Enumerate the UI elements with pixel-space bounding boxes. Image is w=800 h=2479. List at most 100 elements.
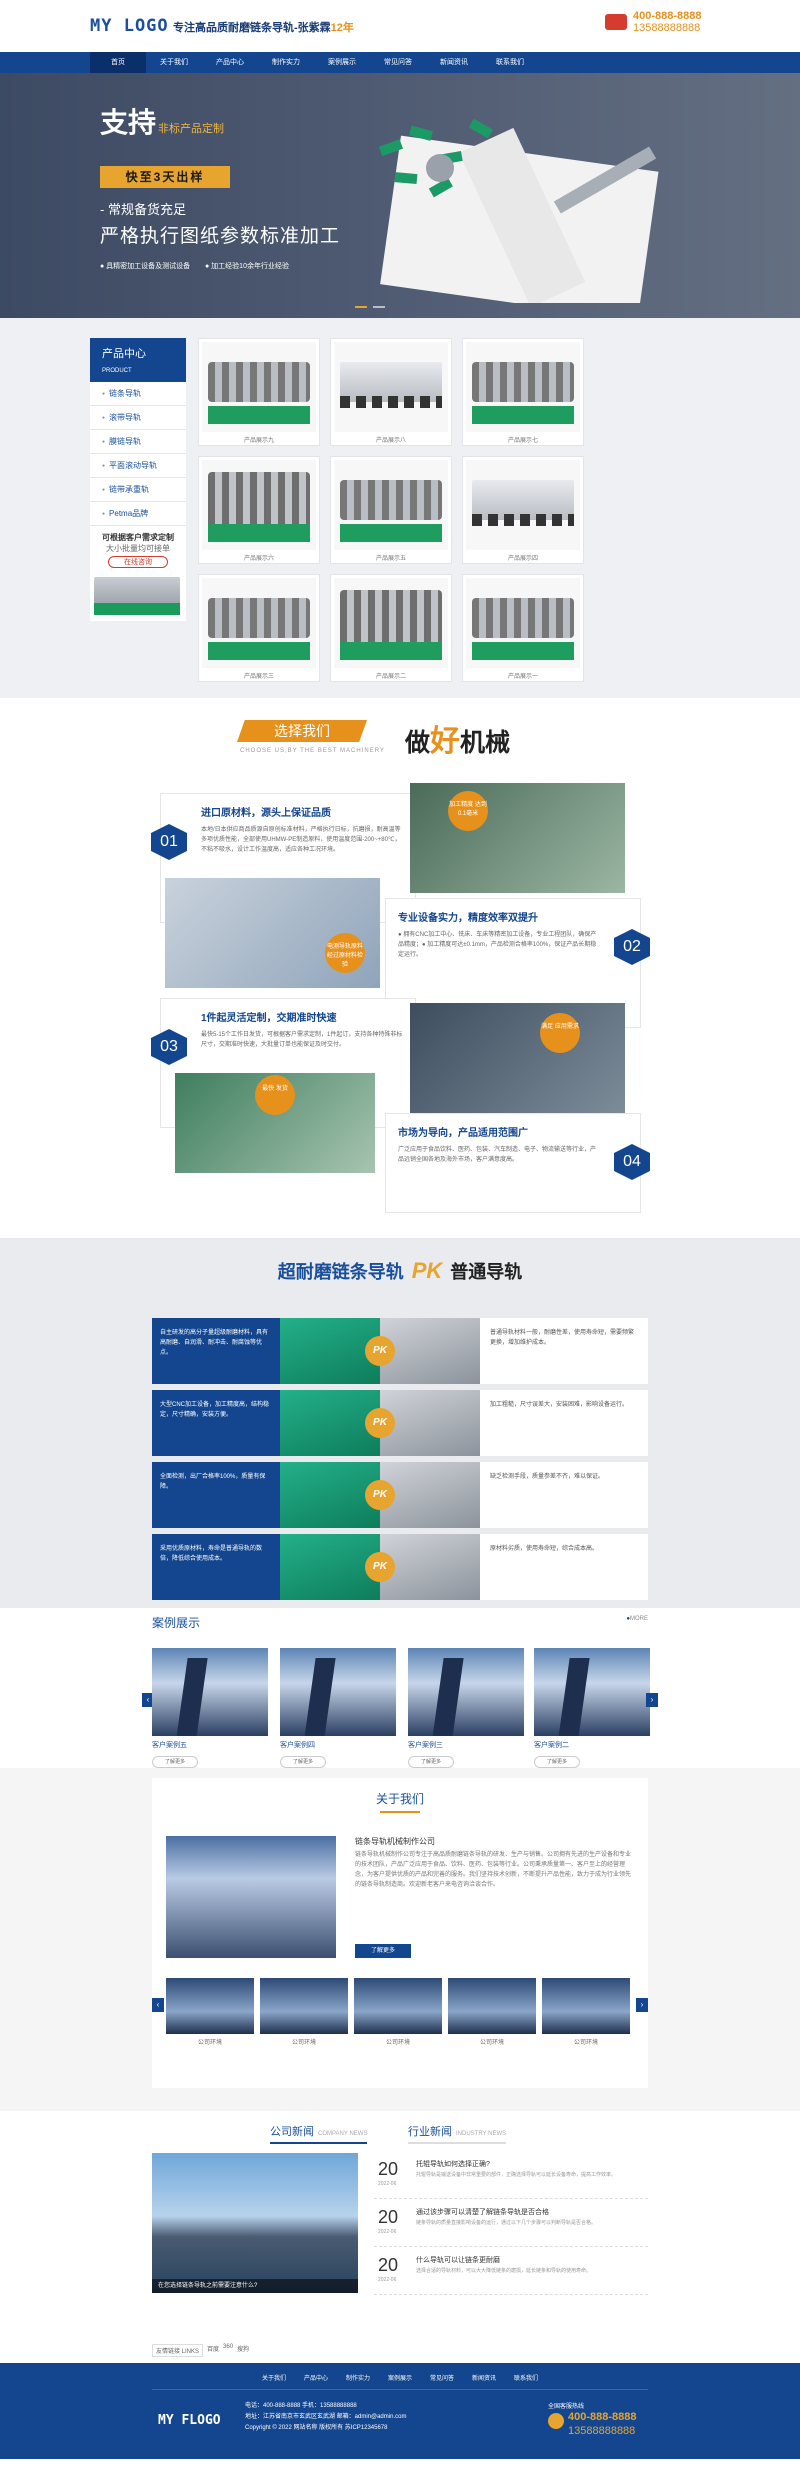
header-phone: 400-888-8888 13588888888: [605, 10, 710, 34]
product-card[interactable]: 产品展示八: [330, 338, 452, 446]
news-summary: 托辊导轨是输送设备中非常重要的部件，正确选择导轨可以延长设备寿命，提高工作效率。: [416, 2172, 617, 2178]
nav-contact[interactable]: 联系我们: [482, 52, 538, 73]
cta-sub: 大小批量均可接单: [106, 544, 170, 553]
nav-news[interactable]: 新闻资讯: [426, 52, 482, 73]
footer-logo[interactable]: MY FLOGO: [158, 2413, 221, 2428]
footer-nav-link[interactable]: 制作实力: [346, 2373, 370, 2382]
product-category[interactable]: 链条导轨: [90, 382, 186, 406]
environment-thumb[interactable]: 公司环境: [448, 1978, 536, 2046]
feature-number: 04: [614, 1144, 650, 1180]
about-text: 链条导轨机械制作公司专注于高品质耐磨链条导轨的研发、生产与销售。公司拥有先进的生…: [355, 1852, 632, 1888]
friend-link[interactable]: 百度: [207, 2344, 219, 2357]
friend-link[interactable]: 360: [223, 2344, 233, 2357]
news-featured-image[interactable]: 在您选择链条导轨之前需要注意什么?: [152, 2153, 358, 2293]
feature-image-1: 电测导轨原料 经过原材料检验: [165, 878, 380, 988]
choose-us-subtitle: CHOOSE US,BY THE BEST MACHINERY: [240, 748, 385, 754]
footer-phone: 全国客服热线 400-888-8888 13588888888: [548, 2401, 637, 2437]
nav-strength[interactable]: 制作实力: [258, 52, 314, 73]
news-title: 通过该步骤可以清楚了解链条导轨是否合格: [416, 2209, 549, 2216]
banner-line-standard: 严格执行图纸参数标准加工: [100, 226, 341, 247]
nav-products[interactable]: 产品中心: [202, 52, 258, 73]
news-item[interactable]: 20 2022-06 托辊导轨如何选择正确? 托辊导轨是输送设备中非常重要的部件…: [374, 2153, 648, 2199]
choose-us-section: 选择我们 CHOOSE US,BY THE BEST MACHINERY 做好机…: [0, 698, 800, 1238]
footer-address-line: 地址：江苏省南京市玄武区玄武湖 邮箱：admin@admin.com: [245, 2414, 407, 2420]
case-more-button[interactable]: 了解更多: [534, 1756, 580, 1768]
tab-company-news[interactable]: 公司新闻 COMPANY NEWS: [270, 2123, 368, 2144]
case-more-button[interactable]: 了解更多: [152, 1756, 198, 1768]
environment-thumb[interactable]: 公司环境: [542, 1978, 630, 2046]
case-more-button[interactable]: 了解更多: [280, 1756, 326, 1768]
case-card[interactable]: 客户案例五 了解更多: [152, 1648, 268, 1768]
banner-sample-button[interactable]: 快至3天出样: [100, 166, 230, 188]
about-more-button[interactable]: 了解更多: [355, 1944, 411, 1958]
footer-nav-link[interactable]: 新闻资讯: [472, 2373, 496, 2382]
product-card[interactable]: 产品展示一: [462, 574, 584, 682]
footer-nav-link[interactable]: 常见问答: [430, 2373, 454, 2382]
steel-rail-image: [380, 1462, 480, 1528]
news-day: 20: [378, 2159, 399, 2179]
friend-link[interactable]: 搜狗: [237, 2344, 249, 2357]
cases-next-arrow[interactable]: ›: [646, 1693, 658, 1707]
footer-nav-link[interactable]: 关于我们: [262, 2373, 286, 2382]
footer-phone-number: 400-888-8888: [568, 2411, 637, 2423]
news-featured-caption: 在您选择链条导轨之前需要注意什么?: [152, 2279, 358, 2293]
product-card[interactable]: 产品展示七: [462, 338, 584, 446]
nav-faq[interactable]: 常见问答: [370, 52, 426, 73]
pk-comparison-section: 超耐磨链条导轨 PK 普通导轨 自主研发的高分子量超级耐磨材料，具有高耐磨、自润滑、…: [0, 1238, 800, 1608]
product-card[interactable]: 产品展示三: [198, 574, 320, 682]
footer-nav-link[interactable]: 联系我们: [514, 2373, 538, 2382]
footer-nav-link[interactable]: 案例展示: [388, 2373, 412, 2382]
case-more-button[interactable]: 了解更多: [408, 1756, 454, 1768]
pk-badge: PK: [365, 1480, 395, 1510]
footer-contact-line: 电话：400-888-8888 手机：13588888888: [245, 2403, 357, 2409]
product-card[interactable]: 产品展示二: [330, 574, 452, 682]
news-item[interactable]: 20 2022-06 通过该步骤可以清楚了解链条导轨是否合格 链条导轨的质量直接…: [374, 2201, 648, 2247]
news-month: 2022-06: [378, 2277, 397, 2283]
about-prev-arrow[interactable]: ‹: [152, 1998, 164, 2012]
case-card[interactable]: 客户案例四 了解更多: [280, 1648, 396, 1768]
product-category[interactable]: 滚带导轨: [90, 406, 186, 430]
banner-pager: [355, 306, 385, 308]
product-category[interactable]: Petma品牌: [90, 502, 186, 526]
nav-about[interactable]: 关于我们: [146, 52, 202, 73]
cases-more-link[interactable]: MORE: [626, 1616, 648, 1622]
environment-thumb[interactable]: 公司环境: [260, 1978, 348, 2046]
feature-card-4: 04 市场为导向，产品适用范围广 广泛应用于食品饮料、医药、包装、汽车制造、电子…: [385, 1113, 650, 1213]
case-card[interactable]: 客户案例三 了解更多: [408, 1648, 524, 1768]
environment-thumb[interactable]: 公司环境: [354, 1978, 442, 2046]
product-category[interactable]: 链带承重轨: [90, 478, 186, 502]
online-consult-button[interactable]: 在线咨询: [108, 556, 168, 568]
news-item[interactable]: 20 2022-06 什么导轨可以让链条更耐磨 选择合适的导轨材料，可以大大降低…: [374, 2249, 648, 2295]
pager-dot[interactable]: [355, 306, 367, 308]
product-card[interactable]: 产品展示四: [462, 456, 584, 564]
pk-left-text: 自主研发的高分子量超级耐磨材料，具有高耐磨、自润滑、耐冲击、耐腐蚀等优点。: [152, 1318, 280, 1384]
footer: 关于我们 产品中心 制作实力 案例展示 常见问答 新闻资讯 联系我们 MY FL…: [0, 2363, 800, 2459]
thumb-caption: 公司环境: [479, 2040, 504, 2046]
product-caption: 产品展示六: [243, 556, 274, 562]
case-card[interactable]: 客户案例二 了解更多: [534, 1648, 650, 1768]
environment-thumb[interactable]: 公司环境: [166, 1978, 254, 2046]
product-card[interactable]: 产品展示九: [198, 338, 320, 446]
logo[interactable]: MY LOGO: [90, 16, 169, 36]
case-image: [152, 1648, 268, 1736]
tab-industry-news[interactable]: 行业新闻 INDUSTRY NEWS: [408, 2123, 507, 2144]
product-grid: 产品展示九 产品展示八 产品展示七 产品展示六 产品展示五 产品展示四 产品展示…: [198, 338, 584, 682]
pager-dot[interactable]: [373, 306, 385, 308]
about-company-name: 链条导轨机械制作公司: [355, 1837, 435, 1846]
product-card[interactable]: 产品展示六: [198, 456, 320, 564]
about-next-arrow[interactable]: ›: [636, 1998, 648, 2012]
product-category[interactable]: 平面滚动导轨: [90, 454, 186, 478]
footer-nav: 关于我们 产品中心 制作实力 案例展示 常见问答 新闻资讯 联系我们: [0, 2373, 800, 2382]
footer-nav-link[interactable]: 产品中心: [304, 2373, 328, 2382]
case-image: [534, 1648, 650, 1736]
feature-badge: 最快 发货: [255, 1075, 295, 1115]
product-card[interactable]: 产品展示五: [330, 456, 452, 564]
news-section: 公司新闻 COMPANY NEWS 行业新闻 INDUSTRY NEWS 在您选择链…: [0, 2111, 800, 2363]
product-category[interactable]: 膜链导轨: [90, 430, 186, 454]
feature-number: 01: [151, 824, 187, 860]
nav-home[interactable]: 首页: [90, 52, 146, 73]
nav-cases[interactable]: 案例展示: [314, 52, 370, 73]
news-day: 20: [378, 2207, 399, 2227]
feature-title: 市场为导向，产品适用范围广: [398, 1128, 528, 1139]
phone-icon: [605, 14, 627, 30]
